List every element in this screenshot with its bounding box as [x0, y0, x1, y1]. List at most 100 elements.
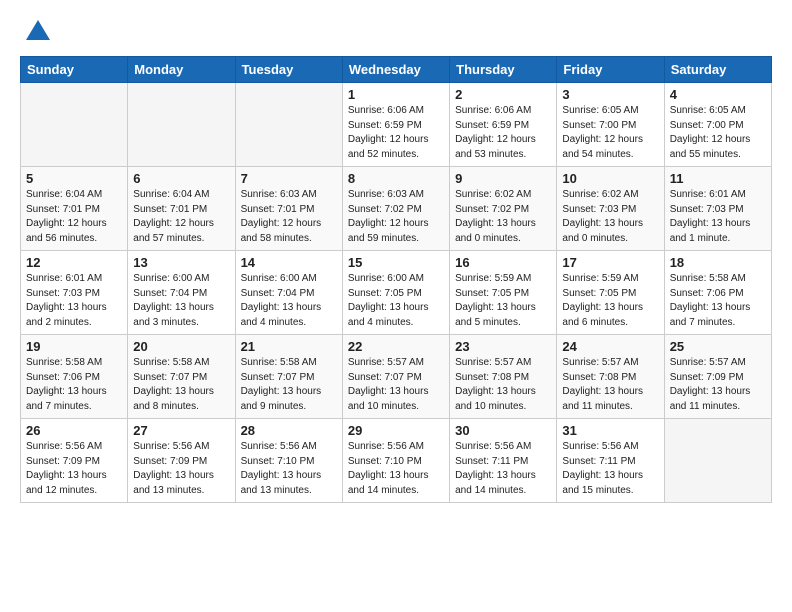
calendar-cell: 26 Sunrise: 5:56 AM Sunset: 7:09 PM Dayli… [21, 419, 128, 503]
day-number: 5 [26, 171, 122, 186]
calendar-cell: 23 Sunrise: 5:57 AM Sunset: 7:08 PM Dayli… [450, 335, 557, 419]
day-number: 6 [133, 171, 229, 186]
day-number: 30 [455, 423, 551, 438]
calendar-cell: 3 Sunrise: 6:05 AM Sunset: 7:00 PM Daylig… [557, 83, 664, 167]
calendar-cell: 27Sunrise: 5:56 AM Sunset: 7:09 PM Dayli… [128, 419, 235, 503]
calendar-cell: 19Sunrise: 5:58 AM Sunset: 7:06 PM Dayli… [21, 335, 128, 419]
day-info: Sunrise: 6:05 AM Sunset: 7:00 PM Dayligh… [562, 104, 658, 162]
day-info: Sunrise: 6:02 AM Sunset: 7:02 PM Dayligh… [455, 188, 551, 246]
day-number: 14 [241, 255, 337, 270]
day-info: Sunrise: 5:56 AM Sunset: 7:11 PM Dayligh… [455, 440, 551, 498]
day-info: Sunrise: 5:58 AM Sunset: 7:07 PM Dayligh… [241, 356, 337, 414]
calendar-cell: 1 Sunrise: 6:06 AM Sunset: 6:59 PM Daylig… [342, 83, 449, 167]
day-number: 28 [241, 423, 337, 438]
day-number: 21 [241, 339, 337, 354]
day-number: 1 [348, 87, 444, 102]
weekday-header-wednesday: Wednesday [342, 57, 449, 83]
calendar-cell: 10Sunrise: 6:02 AM Sunset: 7:03 PM Dayli… [557, 167, 664, 251]
day-info: Sunrise: 6:00 AM Sunset: 7:04 PM Dayligh… [133, 272, 229, 330]
calendar-header: SundayMondayTuesdayWednesdayThursdayFrid… [21, 57, 772, 83]
week-row-2: 12Sunrise: 6:01 AM Sunset: 7:03 PM Dayli… [21, 251, 772, 335]
calendar-cell: 6 Sunrise: 6:04 AM Sunset: 7:01 PM Daylig… [128, 167, 235, 251]
day-info: Sunrise: 6:01 AM Sunset: 7:03 PM Dayligh… [26, 272, 122, 330]
header [20, 16, 772, 44]
calendar-cell: 2 Sunrise: 6:06 AM Sunset: 6:59 PM Daylig… [450, 83, 557, 167]
weekday-header-tuesday: Tuesday [235, 57, 342, 83]
day-info: Sunrise: 5:56 AM Sunset: 7:09 PM Dayligh… [26, 440, 122, 498]
weekday-header-sunday: Sunday [21, 57, 128, 83]
week-row-3: 19Sunrise: 5:58 AM Sunset: 7:06 PM Dayli… [21, 335, 772, 419]
calendar-cell: 30 Sunrise: 5:56 AM Sunset: 7:11 PM Dayli… [450, 419, 557, 503]
day-number: 19 [26, 339, 122, 354]
day-number: 9 [455, 171, 551, 186]
weekday-header-row: SundayMondayTuesdayWednesdayThursdayFrid… [21, 57, 772, 83]
day-number: 24 [562, 339, 658, 354]
day-number: 23 [455, 339, 551, 354]
calendar-cell: 12Sunrise: 6:01 AM Sunset: 7:03 PM Dayli… [21, 251, 128, 335]
calendar-cell: 9 Sunrise: 6:02 AM Sunset: 7:02 PM Daylig… [450, 167, 557, 251]
day-number: 11 [670, 171, 766, 186]
weekday-header-friday: Friday [557, 57, 664, 83]
day-info: Sunrise: 6:00 AM Sunset: 7:05 PM Dayligh… [348, 272, 444, 330]
day-number: 3 [562, 87, 658, 102]
weekday-header-monday: Monday [128, 57, 235, 83]
day-info: Sunrise: 6:00 AM Sunset: 7:04 PM Dayligh… [241, 272, 337, 330]
calendar-cell: 21 Sunrise: 5:58 AM Sunset: 7:07 PM Dayli… [235, 335, 342, 419]
day-info: Sunrise: 5:56 AM Sunset: 7:11 PM Dayligh… [562, 440, 658, 498]
day-number: 25 [670, 339, 766, 354]
weekday-header-thursday: Thursday [450, 57, 557, 83]
day-info: Sunrise: 6:06 AM Sunset: 6:59 PM Dayligh… [348, 104, 444, 162]
day-number: 8 [348, 171, 444, 186]
calendar-cell: 4 Sunrise: 6:05 AM Sunset: 7:00 PM Daylig… [664, 83, 771, 167]
calendar-cell: 29Sunrise: 5:56 AM Sunset: 7:10 PM Dayli… [342, 419, 449, 503]
day-info: Sunrise: 6:05 AM Sunset: 7:00 PM Dayligh… [670, 104, 766, 162]
calendar-cell: 14 Sunrise: 6:00 AM Sunset: 7:04 PM Dayli… [235, 251, 342, 335]
calendar-cell: 22Sunrise: 5:57 AM Sunset: 7:07 PM Dayli… [342, 335, 449, 419]
day-number: 18 [670, 255, 766, 270]
day-number: 16 [455, 255, 551, 270]
day-info: Sunrise: 6:04 AM Sunset: 7:01 PM Dayligh… [133, 188, 229, 246]
calendar-cell: 16 Sunrise: 5:59 AM Sunset: 7:05 PM Dayli… [450, 251, 557, 335]
day-number: 17 [562, 255, 658, 270]
calendar-cell: 31 Sunrise: 5:56 AM Sunset: 7:11 PM Dayli… [557, 419, 664, 503]
day-number: 26 [26, 423, 122, 438]
calendar-cell: 20 Sunrise: 5:58 AM Sunset: 7:07 PM Dayli… [128, 335, 235, 419]
weekday-header-saturday: Saturday [664, 57, 771, 83]
calendar-cell [128, 83, 235, 167]
day-number: 10 [562, 171, 658, 186]
calendar-cell: 11 Sunrise: 6:01 AM Sunset: 7:03 PM Dayli… [664, 167, 771, 251]
week-row-1: 5 Sunrise: 6:04 AM Sunset: 7:01 PM Daylig… [21, 167, 772, 251]
day-number: 20 [133, 339, 229, 354]
calendar-cell: 25Sunrise: 5:57 AM Sunset: 7:09 PM Dayli… [664, 335, 771, 419]
day-info: Sunrise: 5:56 AM Sunset: 7:09 PM Dayligh… [133, 440, 229, 498]
calendar-cell: 18 Sunrise: 5:58 AM Sunset: 7:06 PM Dayli… [664, 251, 771, 335]
day-info: Sunrise: 5:58 AM Sunset: 7:06 PM Dayligh… [670, 272, 766, 330]
page: SundayMondayTuesdayWednesdayThursdayFrid… [0, 0, 792, 519]
day-info: Sunrise: 6:03 AM Sunset: 7:01 PM Dayligh… [241, 188, 337, 246]
calendar-cell: 15Sunrise: 6:00 AM Sunset: 7:05 PM Dayli… [342, 251, 449, 335]
day-info: Sunrise: 5:57 AM Sunset: 7:08 PM Dayligh… [455, 356, 551, 414]
day-number: 22 [348, 339, 444, 354]
day-info: Sunrise: 5:59 AM Sunset: 7:05 PM Dayligh… [562, 272, 658, 330]
calendar-cell: 24 Sunrise: 5:57 AM Sunset: 7:08 PM Dayli… [557, 335, 664, 419]
calendar-table: SundayMondayTuesdayWednesdayThursdayFrid… [20, 56, 772, 503]
week-row-0: 1 Sunrise: 6:06 AM Sunset: 6:59 PM Daylig… [21, 83, 772, 167]
day-number: 4 [670, 87, 766, 102]
calendar-cell: 5 Sunrise: 6:04 AM Sunset: 7:01 PM Daylig… [21, 167, 128, 251]
day-info: Sunrise: 6:04 AM Sunset: 7:01 PM Dayligh… [26, 188, 122, 246]
day-number: 2 [455, 87, 551, 102]
calendar-cell: 17 Sunrise: 5:59 AM Sunset: 7:05 PM Dayli… [557, 251, 664, 335]
day-info: Sunrise: 5:57 AM Sunset: 7:08 PM Dayligh… [562, 356, 658, 414]
calendar-cell [21, 83, 128, 167]
calendar-cell: 28Sunrise: 5:56 AM Sunset: 7:10 PM Dayli… [235, 419, 342, 503]
day-info: Sunrise: 6:06 AM Sunset: 6:59 PM Dayligh… [455, 104, 551, 162]
calendar-cell: 7Sunrise: 6:03 AM Sunset: 7:01 PM Daylig… [235, 167, 342, 251]
day-info: Sunrise: 5:58 AM Sunset: 7:07 PM Dayligh… [133, 356, 229, 414]
day-info: Sunrise: 5:59 AM Sunset: 7:05 PM Dayligh… [455, 272, 551, 330]
day-number: 31 [562, 423, 658, 438]
calendar-cell [235, 83, 342, 167]
day-info: Sunrise: 6:03 AM Sunset: 7:02 PM Dayligh… [348, 188, 444, 246]
logo [20, 16, 52, 44]
day-info: Sunrise: 6:01 AM Sunset: 7:03 PM Dayligh… [670, 188, 766, 246]
calendar-cell [664, 419, 771, 503]
